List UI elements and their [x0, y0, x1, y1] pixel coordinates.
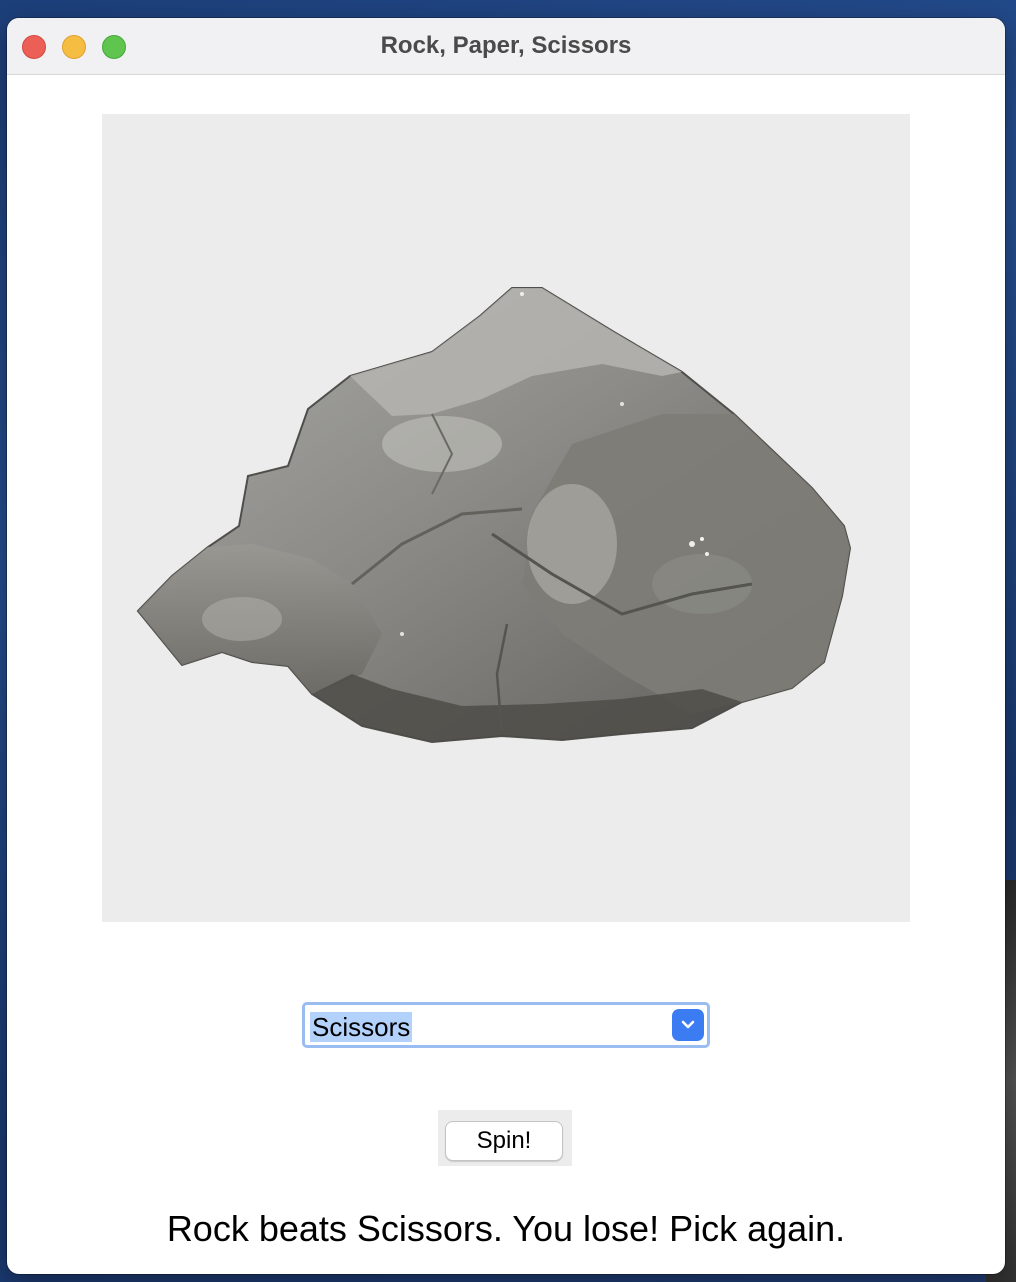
- spin-button-frame: Spin!: [438, 1110, 572, 1166]
- chevron-down-icon[interactable]: [672, 1009, 704, 1041]
- choice-dropdown-value: Scissors: [310, 1012, 413, 1042]
- app-window: Rock, Paper, Scissors Scissors Spin! Roc…: [7, 18, 1005, 1274]
- result-message: Rock beats Scissors. You lose! Pick agai…: [166, 1208, 846, 1249]
- spin-button[interactable]: Spin!: [445, 1121, 563, 1161]
- computer-choice-image: [102, 114, 910, 922]
- rock-image: [136, 287, 852, 744]
- window-title: Rock, Paper, Scissors: [380, 32, 632, 59]
- title-bar[interactable]: Rock, Paper, Scissors: [7, 18, 1005, 75]
- choice-dropdown[interactable]: Scissors: [302, 1002, 710, 1048]
